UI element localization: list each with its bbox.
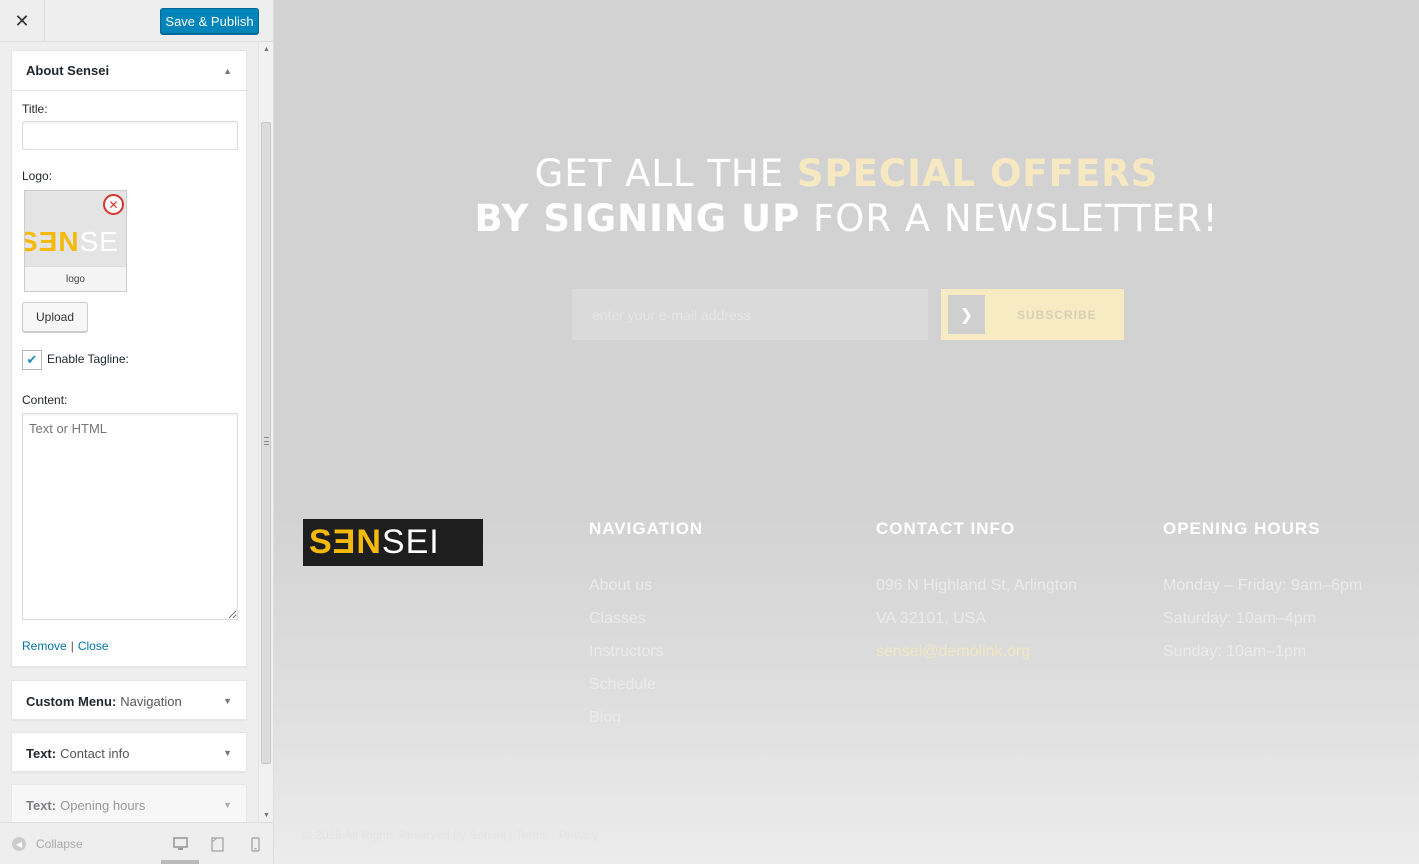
expand-arrow-icon[interactable]: ▼	[223, 748, 232, 758]
title-label: Title:	[22, 102, 48, 116]
active-device-indicator	[161, 860, 199, 864]
contact-list: 096 N Highland St, Arlington VA 32101, U…	[876, 575, 1077, 674]
widget-type: Text:	[26, 797, 57, 813]
headline-text: FOR A NEWSLETTER!	[800, 197, 1219, 240]
grip-icon	[264, 437, 269, 445]
customizer-footer: ◀ Collapse	[0, 822, 273, 864]
collapse-arrow-icon: ◀	[12, 837, 26, 851]
site-preview: GET ALL THE SPECIAL OFFERS BY SIGNING UP…	[274, 0, 1419, 864]
headline-text: GET ALL THE	[534, 152, 797, 195]
widget-text-contact[interactable]: Text: Contact info ▼	[11, 732, 247, 772]
close-link[interactable]: Close	[78, 639, 109, 653]
upload-button[interactable]: Upload	[22, 302, 88, 332]
nav-link-blog[interactable]: Blog	[589, 707, 664, 740]
customizer-header: ✕ Save & Publish	[0, 0, 273, 42]
link-separator: |	[70, 639, 74, 653]
widget-header-about[interactable]: About Sensei ▲	[12, 51, 246, 91]
scroll-up-icon[interactable]: ▲	[259, 42, 274, 56]
expand-arrow-icon[interactable]: ▼	[223, 696, 232, 706]
hours-list: Monday – Friday: 9am–6pm Saturday: 10am–…	[1163, 575, 1362, 674]
scrollbar-thumb[interactable]	[261, 122, 271, 764]
hours-saturday: Saturday: 10am–4pm	[1163, 610, 1316, 627]
mobile-preview-icon[interactable]	[247, 836, 263, 852]
hours-sunday: Sunday: 10am–1pm	[1163, 643, 1307, 660]
collapse-button[interactable]: ◀ Collapse	[12, 837, 83, 851]
logo-text-white: SEI	[381, 523, 440, 561]
customizer-sidebar: ✕ Save & Publish ▲ ▼ About Sensei ▲ Titl…	[0, 0, 274, 864]
widget-actions: Remove | Close	[22, 639, 109, 653]
expand-arrow-icon[interactable]: ▼	[223, 800, 232, 810]
copyright-text: © 2016 All Rights Reserved by Sensei | T…	[303, 828, 599, 842]
nav-link-classes[interactable]: Classes	[589, 608, 664, 641]
subscribe-label: SUBSCRIBE	[1017, 308, 1097, 322]
logo-caption: logo	[25, 266, 126, 291]
widget-name: Opening hours	[60, 797, 146, 813]
newsletter-headline-line2: BY SIGNING UP FOR A NEWSLETTER!	[274, 197, 1419, 240]
contact-address-line1: 096 N Highland St, Arlington	[876, 577, 1078, 594]
widget-text-hours[interactable]: Text: Opening hours ▼	[11, 784, 247, 824]
scroll-down-icon[interactable]: ▼	[259, 808, 274, 822]
tablet-preview-icon[interactable]	[209, 836, 225, 852]
logo-label: Logo:	[22, 169, 53, 183]
save-publish-button[interactable]: Save & Publish	[160, 8, 259, 34]
headline-highlight: SPECIAL OFFERS	[796, 152, 1159, 195]
collapse-arrow-icon[interactable]: ▲	[223, 66, 232, 76]
widget-about-sensei: About Sensei ▲ Title: Logo: SƎN SE logo ✕…	[11, 50, 247, 667]
collapse-label: Collapse	[36, 837, 83, 851]
navigation-list: About us Classes Instructors Schedule Bl…	[589, 575, 664, 740]
remove-link[interactable]: Remove	[22, 639, 67, 653]
sidebar-scrollbar[interactable]: ▲ ▼	[258, 42, 273, 822]
title-input[interactable]	[22, 121, 238, 150]
logo-image: SƎN SE	[24, 217, 126, 267]
widget-name: Contact info	[60, 745, 130, 761]
hours-weekdays: Monday – Friday: 9am–6pm	[1163, 577, 1363, 594]
contact-address-line2: VA 32101, USA	[876, 610, 986, 627]
footer-logo[interactable]: SƎN SEI	[303, 519, 483, 566]
content-label: Content:	[22, 393, 68, 407]
content-textarea[interactable]	[22, 413, 238, 620]
widget-custom-menu[interactable]: Custom Menu: Navigation ▼	[11, 680, 247, 720]
navigation-heading: NAVIGATION	[589, 519, 704, 538]
hours-heading: OPENING HOURS	[1163, 519, 1321, 538]
headline-bold: BY SIGNING UP	[474, 197, 801, 240]
close-icon[interactable]: ✕	[0, 0, 45, 42]
logo-text-yellow: SƎN	[309, 523, 382, 561]
nav-link-instructors[interactable]: Instructors	[589, 641, 664, 674]
logo-preview[interactable]: SƎN SE logo ✕	[24, 190, 127, 292]
widget-name: Navigation	[120, 693, 182, 709]
chevron-right-icon: ❯	[948, 295, 985, 334]
enable-tagline-checkbox[interactable]: ✔	[22, 350, 42, 370]
contact-heading: CONTACT INFO	[876, 519, 1016, 538]
newsletter-headline-line1: GET ALL THE SPECIAL OFFERS	[274, 152, 1419, 195]
newsletter-email-input[interactable]: enter your e-mail address	[572, 289, 928, 340]
nav-link-about[interactable]: About us	[589, 575, 664, 608]
widget-type: Text:	[26, 745, 57, 761]
checkmark-icon: ✔	[26, 352, 38, 367]
logo-text-white: SE	[79, 226, 119, 257]
nav-link-schedule[interactable]: Schedule	[589, 674, 664, 707]
contact-email-link[interactable]: sensei@demolink.org	[876, 641, 1077, 674]
remove-logo-icon[interactable]: ✕	[103, 194, 124, 215]
widget-type: Custom Menu:	[26, 693, 117, 709]
desktop-preview-icon[interactable]	[172, 836, 188, 852]
subscribe-button[interactable]: ❯ SUBSCRIBE	[941, 289, 1124, 340]
widget-title: About Sensei	[26, 63, 110, 78]
logo-text-yellow: SƎN	[24, 226, 80, 257]
enable-tagline-label: Enable Tagline:	[47, 352, 129, 366]
